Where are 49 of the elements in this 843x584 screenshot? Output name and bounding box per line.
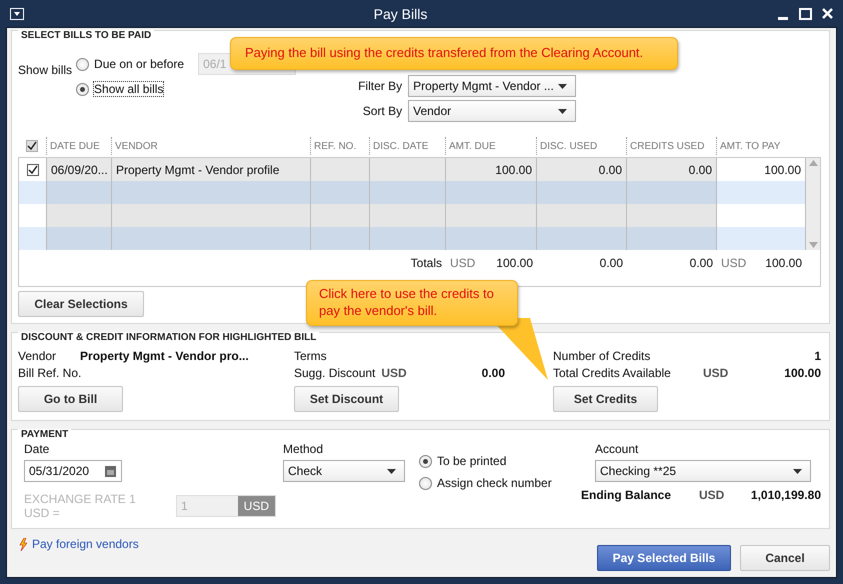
column-header: REF. NO. xyxy=(310,137,369,155)
credits-count: 1 xyxy=(814,349,821,363)
bill-ref-label: Bill Ref. No. xyxy=(18,366,82,380)
filter-by-label: Filter By xyxy=(358,79,402,93)
ending-balance-label: Ending Balance xyxy=(581,488,672,502)
exchange-rate-label: EXCHANGE RATE 1 USD = xyxy=(24,492,137,520)
section-heading: PAYMENT xyxy=(18,429,72,440)
sugg-discount-value: 0.00 xyxy=(482,366,505,380)
date-label: Date xyxy=(24,442,50,456)
currency-label: USD xyxy=(703,366,728,380)
table-cell: 0.00 xyxy=(627,158,717,181)
table-cell: Property Mgmt - Vendor profile xyxy=(112,158,311,181)
window-title: Pay Bills xyxy=(374,6,428,22)
vendor-label: Vendor xyxy=(18,349,56,363)
credits-count-label: Number of Credits xyxy=(553,349,650,363)
column-header: AMT. TO PAY xyxy=(716,137,805,155)
column-header: DATE DUE xyxy=(46,137,111,155)
totals-label: Totals xyxy=(410,255,443,272)
show-bills-label: Show bills xyxy=(18,63,72,77)
column-header: DISC. DATE xyxy=(369,137,445,155)
callout-tooltip: Paying the bill using the credits transfered from the Clearing Account. xyxy=(230,37,678,70)
table-cell: 0.00 xyxy=(537,158,627,181)
currency-label: USD xyxy=(449,255,476,272)
total-amount: 100.00 xyxy=(495,255,534,272)
sort-by-label: Sort By xyxy=(362,104,402,118)
table-cell: 100.00 xyxy=(446,158,537,181)
currency-tag: USD xyxy=(238,496,275,516)
currency-label: USD xyxy=(720,255,748,272)
currency-label: USD xyxy=(699,488,724,502)
total-amount: 100.00 xyxy=(764,255,803,272)
terms-label: Terms xyxy=(294,349,328,363)
callout-tooltip: Click here to use the credits to pay the vendor's bill. xyxy=(306,280,518,326)
currency-label: USD xyxy=(381,366,407,380)
column-header: CREDITS USED xyxy=(626,137,716,155)
column-header: AMT. DUE xyxy=(445,137,536,155)
credits-total: 100.00 xyxy=(784,366,821,380)
ending-balance-value: 1,010,199.80 xyxy=(750,488,821,502)
section-heading: DISCOUNT & CREDIT INFORMATION FOR HIGHLIGHTED BILL xyxy=(18,332,320,343)
column-header: DISC. USED xyxy=(536,137,626,155)
vendor-value: Property Mgmt - Vendor pro... xyxy=(80,349,249,363)
section-heading: SELECT BILLS TO BE PAID xyxy=(18,30,154,41)
total-amount: 0.00 xyxy=(688,255,714,272)
sugg-discount-label: Sugg. Discount xyxy=(294,366,376,380)
column-header: VENDOR xyxy=(111,137,310,155)
method-label: Method xyxy=(283,442,324,456)
table-cell: 06/09/20... xyxy=(47,158,112,181)
account-label: Account xyxy=(595,442,640,456)
credits-total-label: Total Credits Available xyxy=(553,366,672,380)
total-amount: 0.00 xyxy=(598,255,624,272)
